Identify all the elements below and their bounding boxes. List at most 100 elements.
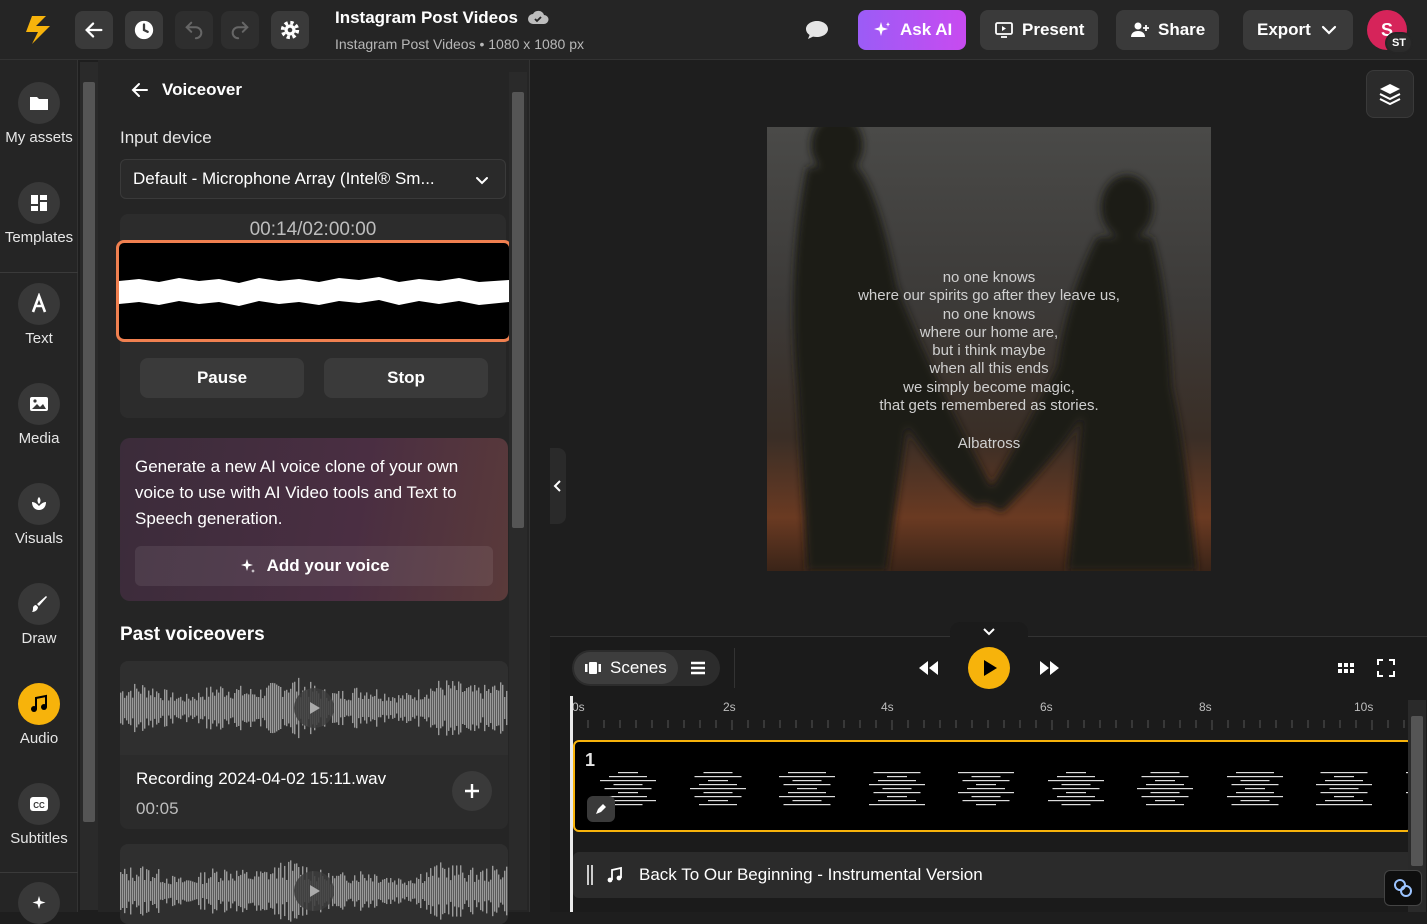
- brush-icon: [32, 596, 47, 612]
- sidebar-scrollbar[interactable]: [80, 62, 98, 910]
- video-preview[interactable]: no one knows where our spirits go after …: [767, 127, 1211, 571]
- sidebar-label: Visuals: [14, 530, 64, 547]
- layers-button[interactable]: [1366, 70, 1414, 118]
- play-button[interactable]: [968, 647, 1010, 689]
- voiceover-name: Recording 2024-04-02 15:11.wav: [136, 769, 387, 788]
- clock-icon: [134, 20, 154, 40]
- poem-line: where our home are,: [919, 323, 1059, 341]
- avatar-badge: ST: [1385, 32, 1413, 54]
- sidebar-item-audio[interactable]: Audio: [0, 683, 78, 747]
- app-logo-icon[interactable]: [20, 12, 60, 48]
- svg-text:CC: CC: [33, 801, 45, 810]
- share-label: Share: [1158, 20, 1206, 39]
- comment-icon[interactable]: [804, 18, 830, 42]
- collapse-panel-button[interactable]: [550, 448, 566, 524]
- scene-thumbnail: [958, 772, 1014, 806]
- project-subtitle: Instagram Post Videos • 1080 x 1080 px: [335, 36, 585, 52]
- play-icon: [984, 660, 997, 676]
- view-toggle: Scenes: [572, 650, 720, 686]
- timeline-toggle[interactable]: [950, 622, 1028, 642]
- arrow-left-icon: [131, 83, 148, 97]
- scene-voiceover-button[interactable]: [587, 796, 615, 822]
- add-voiceover-button[interactable]: [452, 771, 492, 811]
- scene-thumbnail: [1137, 772, 1193, 806]
- sidebar-item-subtitles[interactable]: CC Subtitles: [0, 783, 78, 847]
- voiceover-card[interactable]: [120, 844, 508, 924]
- scenes-view-button[interactable]: Scenes: [574, 652, 678, 684]
- time-ruler[interactable]: 0s 2s 4s 6s 8s 10s: [572, 700, 1408, 732]
- project-title[interactable]: Instagram Post Videos: [335, 8, 518, 28]
- music-icon: [31, 694, 47, 712]
- scene-clip[interactable]: 1: [573, 740, 1413, 832]
- sidebar-label: Media: [18, 430, 60, 447]
- sidebar-item-templates[interactable]: Templates: [0, 182, 78, 246]
- settings-button[interactable]: [271, 11, 309, 49]
- add-your-voice-label: Add your voice: [266, 556, 390, 575]
- stop-button[interactable]: Stop: [324, 358, 488, 398]
- folder-icon: [30, 97, 48, 110]
- poem-line: no one knows: [942, 269, 1036, 286]
- poem-author[interactable]: Albatross: [767, 435, 1211, 452]
- fullscreen-icon[interactable]: [1376, 658, 1396, 678]
- chevron-down-icon: [983, 628, 995, 636]
- live-waveform: [116, 240, 512, 342]
- promo-text: Generate a new AI voice clone of your ow…: [135, 457, 459, 528]
- poem-line: where our spirits go after they leave us…: [858, 287, 1120, 305]
- add-your-voice-button[interactable]: Add your voice: [135, 546, 493, 586]
- scenes-icon: [585, 662, 601, 674]
- list-view-icon[interactable]: [688, 658, 708, 678]
- sidebar-label: Audio: [19, 730, 59, 747]
- voiceover-duration: 00:05: [136, 799, 179, 818]
- share-button[interactable]: Share: [1116, 10, 1220, 50]
- panel-scrollbar[interactable]: [509, 72, 527, 910]
- sidebar-label: Text: [25, 330, 53, 347]
- text-icon: [31, 293, 47, 313]
- fast-forward-icon[interactable]: [1037, 656, 1061, 680]
- ask-ai-button[interactable]: Ask AI: [858, 10, 967, 50]
- sidebar-item-more[interactable]: [0, 882, 78, 924]
- voiceover-panel: Voiceover Input device Default - Microph…: [98, 60, 530, 924]
- voiceover-card[interactable]: Recording 2024-04-02 15:11.wav 00:05: [120, 661, 508, 829]
- input-device-label: Input device: [120, 128, 212, 147]
- audio-track[interactable]: Back To Our Beginning - Instrumental Ver…: [573, 852, 1413, 898]
- help-button[interactable]: [1384, 870, 1422, 906]
- export-button[interactable]: Export: [1243, 10, 1353, 50]
- present-button[interactable]: Present: [980, 10, 1099, 50]
- past-voiceovers-heading: Past voiceovers: [120, 624, 265, 645]
- monitor-play-icon: [995, 22, 1013, 38]
- poem-line: no one knows: [942, 305, 1036, 323]
- poem-text[interactable]: no one knows where our spirits go after …: [767, 269, 1211, 415]
- sidebar-item-my-assets[interactable]: My assets: [0, 82, 78, 146]
- redo-icon: [231, 21, 249, 40]
- history-button[interactable]: [125, 11, 163, 49]
- poem-line: but i think maybe: [932, 342, 1046, 360]
- gear-icon: [280, 20, 300, 40]
- image-icon: [30, 397, 48, 411]
- rewind-icon[interactable]: [917, 656, 941, 680]
- voiceover-back-button[interactable]: Voiceover: [130, 80, 242, 100]
- sidebar-item-draw[interactable]: Draw: [0, 583, 78, 647]
- grid-view-icon[interactable]: [1336, 658, 1356, 678]
- input-device-select[interactable]: Default - Microphone Array (Intel® Sm...: [120, 159, 506, 199]
- back-button[interactable]: [75, 11, 113, 49]
- sidebar-item-text[interactable]: Text: [0, 283, 78, 347]
- recording-timer: 00:14/02:00:00: [249, 219, 377, 240]
- sidebar-item-visuals[interactable]: Visuals: [0, 483, 78, 547]
- voiceover-play-button[interactable]: [294, 688, 334, 728]
- voiceover-play-button[interactable]: [294, 871, 334, 911]
- sidebar-label: Subtitles: [10, 830, 68, 847]
- sidebar-label: My assets: [5, 129, 73, 146]
- redo-button[interactable]: [221, 11, 259, 49]
- arrow-left-icon: [85, 22, 103, 38]
- undo-button[interactable]: [175, 11, 213, 49]
- poem-line: that gets remembered as stories.: [879, 397, 1099, 415]
- sidebar-item-media[interactable]: Media: [0, 383, 78, 447]
- drag-handle[interactable]: [587, 865, 593, 885]
- voice-clone-promo: Generate a new AI voice clone of your ow…: [120, 438, 508, 601]
- toolbar-divider: [734, 648, 735, 688]
- present-label: Present: [1022, 20, 1085, 39]
- chevron-down-icon: [1321, 25, 1336, 35]
- sparkle-icon: [240, 559, 255, 573]
- export-label: Export: [1257, 20, 1311, 39]
- pause-button[interactable]: Pause: [140, 358, 304, 398]
